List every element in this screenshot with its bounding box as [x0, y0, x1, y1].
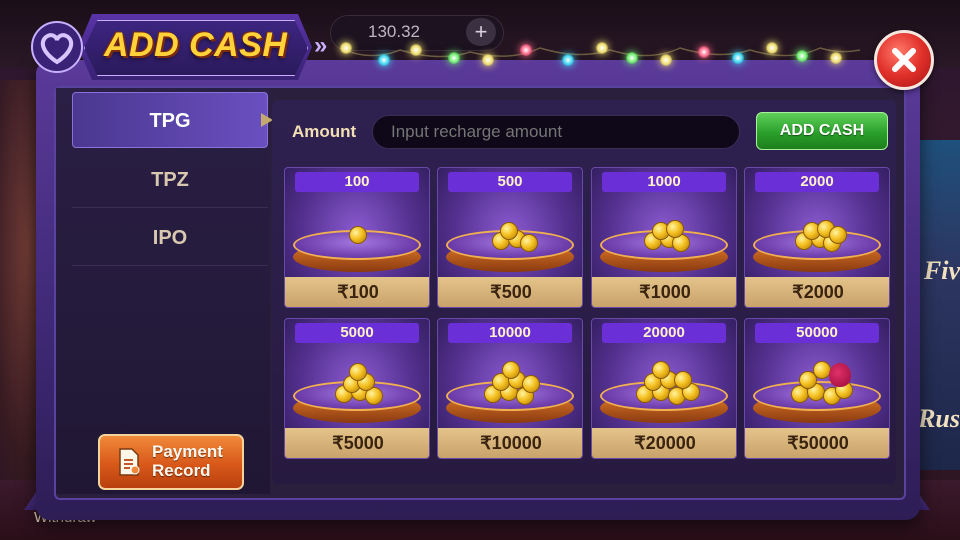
- light-bulb-icon: [340, 42, 352, 54]
- package-amount-tag: 10000: [448, 323, 572, 343]
- light-bulb-icon: [410, 44, 422, 56]
- light-bulb-icon: [766, 42, 778, 54]
- package-card[interactable]: 1000 ₹1000: [591, 167, 737, 308]
- package-amount-tag: 500: [448, 172, 572, 192]
- package-card[interactable]: 2000 ₹2000: [744, 167, 890, 308]
- package-price: ₹500: [438, 277, 582, 307]
- package-card[interactable]: 20000 ₹20000: [591, 318, 737, 459]
- coin-icon: [522, 375, 540, 393]
- light-bulb-icon: [378, 54, 390, 66]
- payment-record-label: Payment Record: [152, 442, 236, 480]
- coin-stack-icon: [789, 361, 853, 405]
- package-card[interactable]: 50000 ₹50000: [744, 318, 890, 459]
- package-price: ₹20000: [592, 428, 736, 458]
- package-card[interactable]: 100 ₹100: [284, 167, 430, 308]
- document-icon: [119, 448, 140, 476]
- light-bulb-icon: [596, 42, 608, 54]
- coin-stack-icon: [329, 214, 385, 250]
- light-bulb-icon: [796, 50, 808, 62]
- package-amount-tag: 2000: [755, 172, 879, 192]
- package-amount-tag: 100: [295, 172, 419, 192]
- light-bulb-icon: [482, 54, 494, 66]
- close-button[interactable]: [874, 30, 934, 90]
- payment-record-line1: Payment: [152, 442, 223, 461]
- light-bulb-icon: [562, 54, 574, 66]
- coin-stack-icon: [329, 363, 385, 405]
- tab-label: IPO: [152, 227, 188, 249]
- package-price: ₹10000: [438, 428, 582, 458]
- close-icon: [892, 48, 916, 72]
- chevron-right-icon: »: [314, 32, 328, 59]
- light-bulb-icon: [660, 54, 672, 66]
- light-bulb-icon: [830, 52, 842, 64]
- coin-stack-icon: [789, 214, 847, 252]
- coin-icon: [674, 371, 692, 389]
- package-amount-tag: 50000: [755, 323, 879, 343]
- tab-tpz[interactable]: TPZ: [72, 152, 268, 208]
- coin-icon: [666, 220, 684, 238]
- coin-stack-icon: [482, 361, 540, 405]
- coin-stack-icon: [482, 214, 538, 252]
- amount-input[interactable]: [372, 115, 740, 149]
- coin-stack-icon: [636, 214, 692, 252]
- coin-icon: [349, 226, 367, 244]
- payment-record-button[interactable]: Payment Record: [98, 434, 244, 490]
- light-bulb-icon: [732, 52, 744, 64]
- coin-icon: [652, 361, 670, 379]
- tab-tpg[interactable]: TPG: [72, 92, 273, 148]
- package-amount-tag: 1000: [602, 172, 726, 192]
- tab-label: TPG: [149, 110, 191, 132]
- coin-icon: [500, 222, 518, 240]
- coin-stack-icon: [636, 361, 700, 405]
- coin-icon: [520, 234, 538, 252]
- package-price: ₹100: [285, 277, 429, 307]
- package-price: ₹5000: [285, 428, 429, 458]
- tab-ipo[interactable]: IPO: [72, 210, 268, 266]
- tab-label: TPZ: [151, 169, 189, 191]
- package-amount-tag: 20000: [602, 323, 726, 343]
- light-bulb-icon: [626, 52, 638, 64]
- light-bulb-icon: [448, 52, 460, 64]
- package-amount-tag: 5000: [295, 323, 419, 343]
- coin-icon: [829, 226, 847, 244]
- package-card[interactable]: 5000 ₹5000: [284, 318, 430, 459]
- light-bulb-icon: [520, 44, 532, 56]
- package-price: ₹1000: [592, 277, 736, 307]
- package-price: ₹50000: [745, 428, 889, 458]
- string-lights: [340, 40, 860, 70]
- coin-icon: [502, 361, 520, 379]
- heart-icon: [31, 21, 83, 73]
- package-card[interactable]: 500 ₹500: [437, 167, 583, 308]
- package-card[interactable]: 10000 ₹10000: [437, 318, 583, 459]
- money-bag-icon: [829, 363, 851, 387]
- modal-title: ADD CASH: [104, 26, 288, 64]
- balance-amount: 130.32: [368, 22, 420, 41]
- amount-label: Amount: [292, 122, 357, 141]
- payment-record-line2: Record: [152, 461, 211, 480]
- package-price: ₹2000: [745, 277, 889, 307]
- add-cash-submit-button[interactable]: ADD CASH: [756, 112, 888, 150]
- coin-icon: [349, 363, 367, 381]
- light-bulb-icon: [698, 46, 710, 58]
